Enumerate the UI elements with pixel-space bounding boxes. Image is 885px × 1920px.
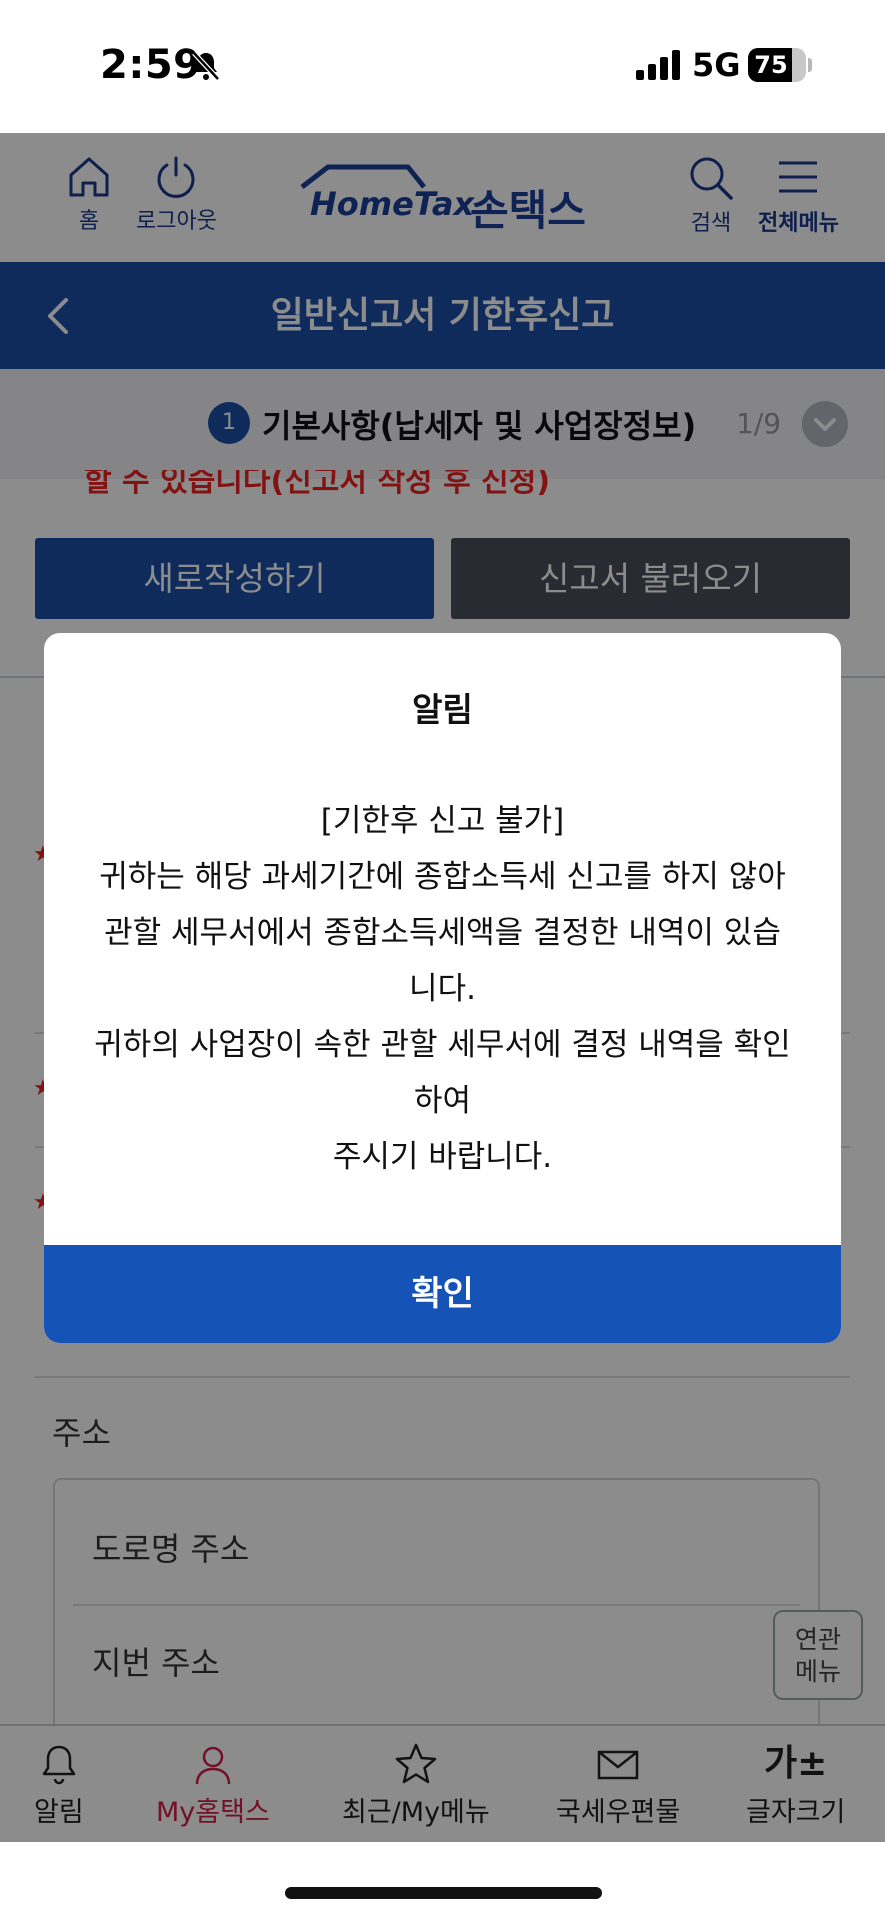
battery-tip [808,58,812,72]
message-line: 귀하의 사업장이 속한 관할 세무서에 결정 내역을 확인 [94,1027,791,1063]
status-bar: 2:59 5G 75 [0,0,885,133]
confirm-button[interactable]: 확인 [44,1245,841,1343]
message-line: 하여 [413,1083,472,1119]
signal-icon [636,50,680,80]
message-line: 주시기 바랍니다. [332,1139,553,1175]
battery-icon: 75 [748,48,806,82]
status-time: 2:59 [100,42,202,88]
alert-dialog: 알림 [기한후 신고 불가] 귀하는 해당 과세기간에 종합소득세 신고를 하지… [44,633,841,1343]
message-line: 니다. [409,971,476,1007]
battery-level: 75 [754,51,788,79]
home-indicator-area [0,1842,885,1920]
dialog-title: 알림 [412,690,473,729]
message-line: [기한후 신고 불가] [320,803,565,839]
home-indicator[interactable] [285,1887,602,1899]
message-line: 귀하는 해당 과세기간에 종합소득세 신고를 하지 않아 [99,859,786,895]
message-line: 관할 세무서에서 종합소득세액을 결정한 내역이 있습 [104,915,781,951]
bell-off-icon [192,51,220,81]
network-type: 5G [692,46,741,84]
dialog-message: [기한후 신고 불가] 귀하는 해당 과세기간에 종합소득세 신고를 하지 않아… [84,793,801,1185]
